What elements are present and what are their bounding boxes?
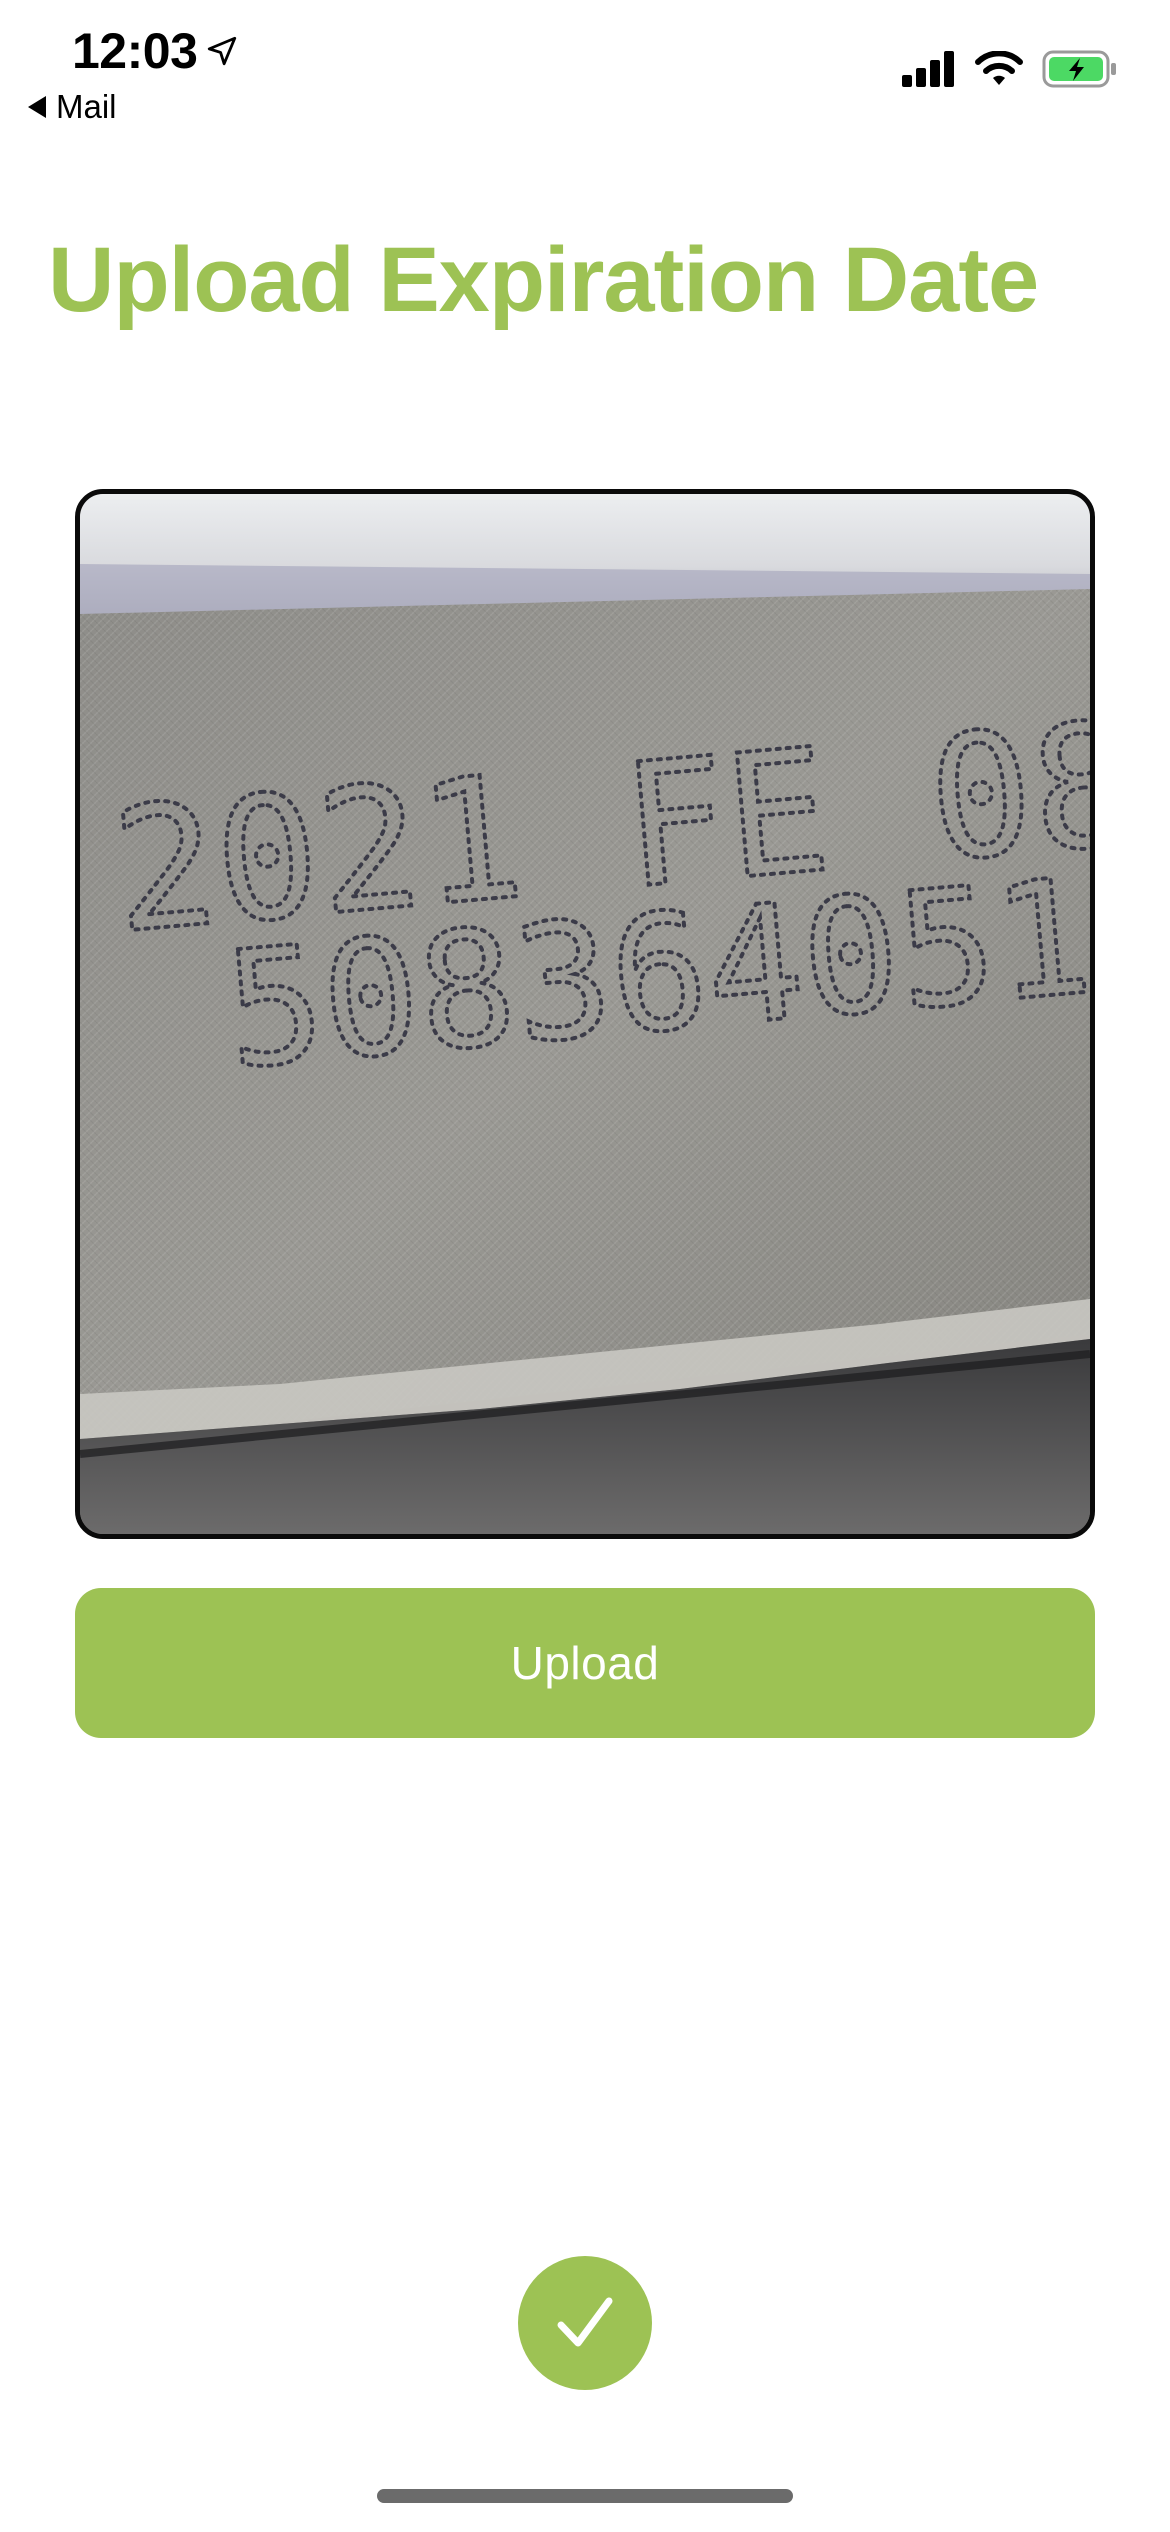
page-title: Upload Expiration Date bbox=[48, 229, 1039, 331]
location-arrow-icon bbox=[208, 36, 237, 66]
photo-image: 2021 FE 08 5083640518 bbox=[80, 494, 1090, 1534]
home-indicator[interactable] bbox=[377, 2489, 793, 2503]
status-indicators bbox=[902, 50, 1118, 88]
back-to-mail-link[interactable]: Mail bbox=[28, 88, 117, 126]
status-time-label: 12:03 bbox=[72, 23, 198, 79]
upload-button-label: Upload bbox=[510, 1637, 660, 1689]
confirm-button[interactable] bbox=[518, 2256, 652, 2390]
upload-button[interactable]: Upload bbox=[75, 1588, 1095, 1738]
checkmark-icon bbox=[557, 2297, 613, 2347]
back-triangle-icon bbox=[28, 96, 46, 118]
expiration-date-photo: 2021 FE 08 5083640518 bbox=[75, 489, 1095, 1539]
status-time: 12:03 bbox=[72, 22, 239, 80]
wifi-icon bbox=[975, 51, 1023, 85]
battery-charging-icon bbox=[1042, 50, 1116, 88]
cellular-signal-icon bbox=[902, 51, 954, 87]
back-link-label: Mail bbox=[56, 88, 117, 125]
